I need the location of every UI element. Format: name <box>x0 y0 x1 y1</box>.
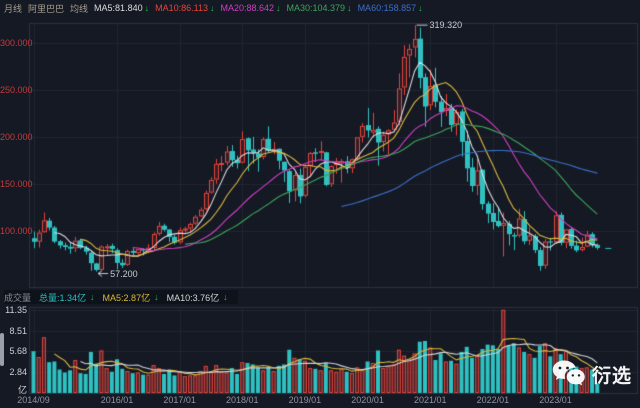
down-arrow-icon: ↓ <box>223 292 228 302</box>
down-arrow-icon: ↓ <box>90 292 95 302</box>
ma30-readout: MA30:104.379 <box>286 3 346 13</box>
down-arrow-icon: ↓ <box>154 292 159 302</box>
symbol-name: 阿里巴巴 <box>28 3 65 14</box>
panel-drag-handle[interactable] <box>0 333 4 366</box>
volume-ma10-readout: MA10:3.76亿 <box>166 292 220 303</box>
down-arrow-icon: ↓ <box>347 3 352 13</box>
watermark: 衍选 <box>551 359 632 389</box>
volume-panel-header: 成交量 总量:1.34亿 ↓ MA5:2.87亿 ↓ MA10:3.76亿 ↓ <box>4 290 238 304</box>
ma-caption: 均线 <box>70 3 89 14</box>
wechat-logo-icon <box>552 360 585 386</box>
period-tab-monthly[interactable]: 月线 <box>4 2 22 15</box>
down-arrow-icon: ↓ <box>418 3 423 13</box>
volume-caption[interactable]: 成交量 <box>4 291 31 304</box>
down-arrow-icon: ↓ <box>209 3 215 13</box>
ma10-readout: MA10:86.113 <box>155 3 208 13</box>
ma5-readout: MA5:81.840 <box>94 3 143 13</box>
ma60-readout: MA60:158.857 <box>357 3 417 13</box>
ma20-readout: MA20:88.642 <box>220 3 275 13</box>
watermark-text: 衍选 <box>592 365 633 387</box>
down-arrow-icon: ↓ <box>276 3 281 13</box>
stock-chart-app: 300.000 250.000 200.000 150.000 100.000 11.35… <box>0 0 640 408</box>
down-arrow-icon: ↓ <box>144 3 150 13</box>
volume-total-readout: 总量:1.34亿 <box>39 292 87 303</box>
volume-ma5-readout: MA5:2.87亿 <box>102 292 151 303</box>
price-panel-header: 月线 阿里巴巴 均线 MA5:81.840 ↓ MA10:86.113 ↓ MA20… <box>4 1 423 15</box>
kline-chart-canvas[interactable] <box>0 0 640 408</box>
